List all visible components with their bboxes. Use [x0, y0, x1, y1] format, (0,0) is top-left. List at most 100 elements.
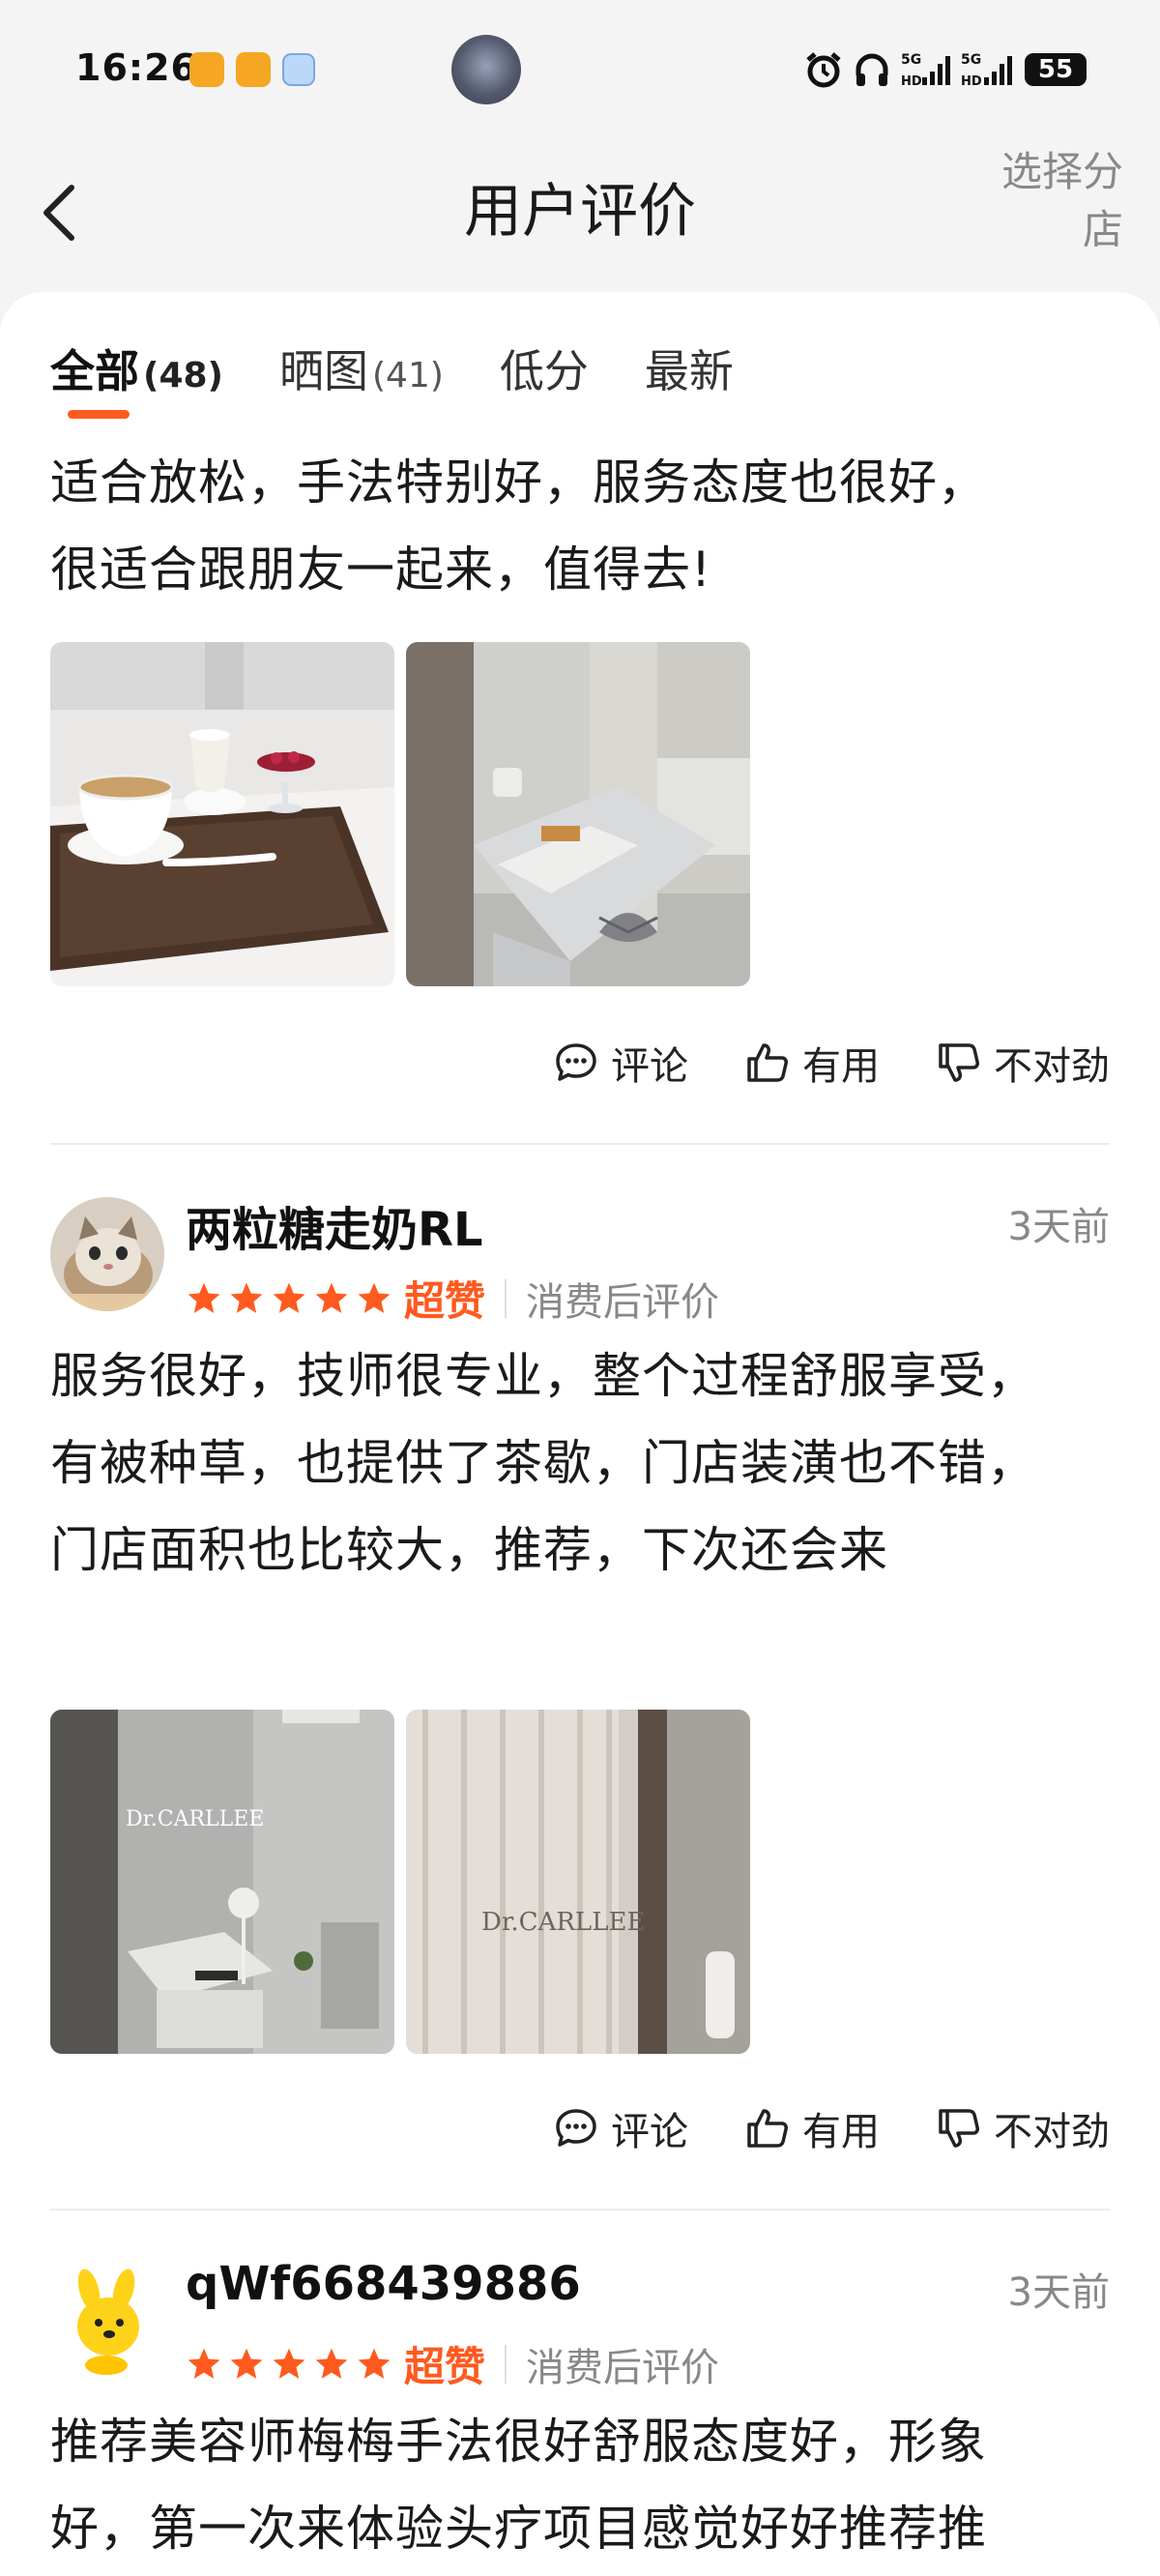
star-rating — [186, 1281, 392, 1316]
review-actions: 评论 有用 不对劲 — [553, 2100, 1110, 2156]
signal-5g-icon: 5G HD — [901, 52, 950, 89]
notification-app-icon — [189, 52, 224, 87]
headphones-icon — [856, 53, 888, 86]
tab-label: 最新 — [644, 345, 734, 397]
wrong-label: 不对劲 — [994, 1044, 1110, 1089]
review-text-line: 适合放松，手法特别好，服务态度也很好， — [50, 454, 987, 511]
tab-photos[interactable]: 晒图 (41) — [279, 337, 444, 400]
filter-tabs: 全部 (48) 晒图 (41) 低分 最新 — [50, 337, 790, 400]
star-icon — [358, 1282, 391, 1313]
svg-text:5G: 5G — [961, 52, 981, 68]
tab-latest[interactable]: 最新 — [645, 337, 734, 400]
tab-low-score[interactable]: 低分 — [500, 337, 589, 400]
tea-tray-photo — [50, 642, 394, 986]
comment-button[interactable]: 评论 — [553, 2100, 688, 2156]
rating-label: 超赞 — [404, 2343, 486, 2390]
comment-label: 评论 — [611, 2110, 688, 2154]
rating-note: 消费后评价 — [526, 2345, 720, 2390]
review-text-line: 服务很好，技师很专业，整个过程舒服享受， — [50, 1348, 1036, 1404]
status-icons: 5G HD 5G HD 55 — [804, 50, 1087, 89]
useful-label: 有用 — [802, 2110, 880, 2154]
star-icon — [188, 2348, 220, 2379]
cat-avatar-image — [50, 1197, 164, 1311]
star-icon — [273, 1282, 305, 1313]
comment-label: 评论 — [611, 1044, 688, 1089]
avatar[interactable] — [50, 2263, 164, 2377]
review-text-line: 有被种草，也提供了茶歇，门店装潢也不错， — [50, 1435, 1036, 1491]
star-icon — [273, 2348, 305, 2379]
star-icon — [188, 1282, 220, 1313]
star-icon — [230, 1282, 263, 1313]
thumbs-up-icon — [747, 2109, 788, 2148]
avatar[interactable] — [50, 1197, 164, 1311]
star-icon — [315, 2348, 348, 2379]
reviewer-name[interactable]: qWf668439886 — [186, 2257, 581, 2311]
useful-button[interactable]: 有用 — [744, 2100, 880, 2156]
wrong-button[interactable]: 不对劲 — [936, 2100, 1110, 2156]
rating-note: 消费后评价 — [526, 1279, 720, 1325]
review-text-line: 门店面积也比较大，推荐，下次还会来 — [50, 1522, 888, 1578]
tab-label: 低分 — [499, 345, 589, 397]
thumbs-up-icon — [747, 1043, 788, 1082]
tab-count: (48) — [143, 356, 224, 395]
review-photo[interactable] — [50, 642, 394, 986]
curtain-brand-photo: Dr.CARLLEE — [406, 1710, 750, 2054]
wrong-button[interactable]: 不对劲 — [936, 1035, 1110, 1091]
review-photo[interactable]: Dr.CARLLEE — [50, 1710, 394, 2054]
notification-app-icon — [282, 53, 315, 86]
battery-indicator: 55 — [1025, 53, 1087, 86]
treatment-room-photo — [406, 642, 750, 986]
reviews-card: 全部 (48) 晒图 (41) 低分 最新 适合放松，手法特别好，服务态度也很好… — [0, 292, 1160, 2576]
review-divider — [50, 2209, 1110, 2210]
yellow-toy-avatar-image — [50, 2263, 164, 2377]
tab-all[interactable]: 全部 (48) — [50, 337, 223, 400]
brand-sign: Dr.CARLLEE — [126, 1807, 264, 1831]
star-icon — [358, 2348, 391, 2379]
wrong-label: 不对劲 — [994, 2110, 1110, 2154]
review-divider — [50, 1143, 1110, 1145]
brand-sign: Dr.CARLLEE — [481, 1908, 645, 1937]
svg-text:HD: HD — [961, 74, 982, 89]
review-photo[interactable] — [406, 642, 750, 986]
useful-button[interactable]: 有用 — [744, 1035, 880, 1091]
review-text: 推荐美容师梅梅手法很好舒服态度好，形象 好，第一次来体验头疗项目感觉好好推荐推 — [50, 2398, 1121, 2572]
rating-separator — [505, 2344, 508, 2384]
star-rating — [186, 2347, 392, 2382]
branded-room-photo: Dr.CARLLEE — [50, 1710, 394, 2054]
select-store-label: 选择分 — [1000, 148, 1123, 195]
comment-icon — [556, 2109, 596, 2147]
thumbs-down-icon — [939, 1043, 979, 1082]
floating-app-icon — [451, 35, 521, 104]
review-text: 服务很好，技师很专业，整个过程舒服享受， 有被种草，也提供了茶歇，门店装潢也不错… — [50, 1332, 1121, 1594]
star-icon — [230, 2348, 263, 2379]
review-text-line: 好，第一次来体验头疗项目感觉好好推荐推 — [50, 2501, 987, 2557]
notification-app-icon — [236, 52, 271, 87]
rating-separator — [505, 1278, 508, 1318]
status-bar: 16:26 5G HD 5G HD 55 — [0, 0, 1160, 135]
star-icon — [315, 1282, 348, 1313]
select-store-button[interactable]: 选择分 店 — [969, 143, 1123, 259]
review-time: 3天前 — [1007, 1205, 1110, 1249]
useful-label: 有用 — [802, 1044, 880, 1089]
review-rating: 超赞 消费后评价 — [186, 2334, 719, 2393]
review-text: 适合放松，手法特别好，服务态度也很好， 很适合跟朋友一起来，值得去! — [50, 439, 1121, 613]
review-actions: 评论 有用 不对劲 — [553, 1035, 1110, 1091]
review-text-line: 很适合跟朋友一起来，值得去! — [50, 542, 712, 598]
review-text-line: 推荐美容师梅梅手法很好舒服态度好，形象 — [50, 2414, 987, 2470]
signal-5g-icon: 5G HD — [961, 52, 1012, 89]
rating-label: 超赞 — [404, 1277, 486, 1325]
app-header: 用户评价 选择分 店 — [0, 135, 1160, 290]
alarm-icon — [806, 52, 841, 88]
tab-label: 晒图 — [279, 345, 369, 397]
status-time: 16:26 — [75, 46, 197, 89]
review-photo[interactable]: Dr.CARLLEE — [406, 1710, 750, 2054]
svg-text:HD: HD — [901, 74, 922, 89]
tab-label: 全部 — [50, 345, 139, 397]
tab-count: (41) — [372, 356, 444, 395]
select-store-label: 店 — [1082, 206, 1123, 253]
thumbs-down-icon — [939, 2109, 979, 2148]
active-tab-indicator — [68, 410, 130, 419]
review-rating: 超赞 消费后评价 — [186, 1269, 719, 1328]
comment-button[interactable]: 评论 — [553, 1035, 688, 1091]
reviewer-name[interactable]: 两粒糖走奶RL — [186, 1191, 483, 1259]
